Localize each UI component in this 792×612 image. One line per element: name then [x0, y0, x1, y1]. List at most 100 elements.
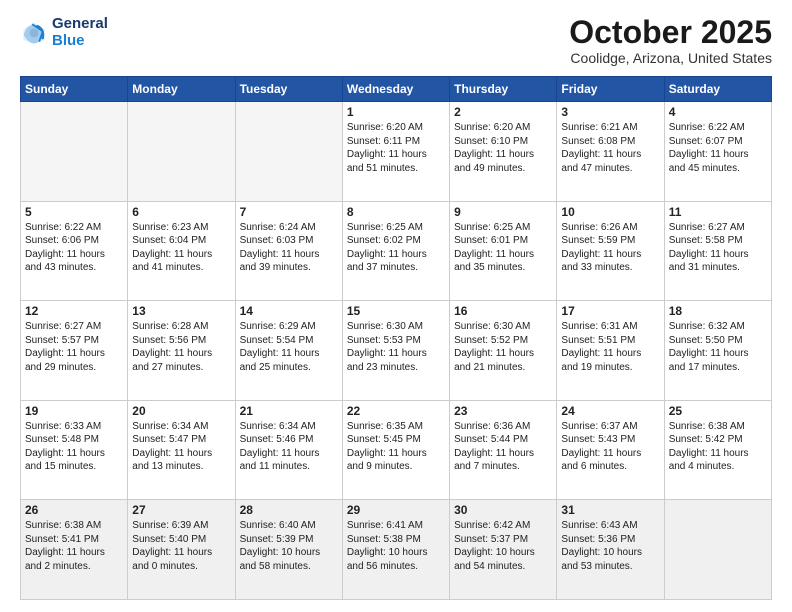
day-number: 26 [25, 503, 123, 517]
calendar-cell: 15Sunrise: 6:30 AM Sunset: 5:53 PM Dayli… [342, 301, 449, 401]
cell-content: Sunrise: 6:38 AM Sunset: 5:41 PM Dayligh… [25, 519, 123, 573]
cell-content: Sunrise: 6:24 AM Sunset: 6:03 PM Dayligh… [240, 221, 338, 275]
calendar-cell: 17 Sunrise: 6:31 AM Sunset: 5:51 PM Dayli… [557, 301, 664, 401]
cell-content: Sunrise: 6:20 AM Sunset: 6:11 PM Dayligh… [347, 121, 445, 175]
calendar-cell: 4 Sunrise: 6:22 AM Sunset: 6:07 PM Daylig… [664, 102, 771, 202]
calendar-cell: 9 Sunrise: 6:25 AM Sunset: 6:01 PM Daylig… [450, 201, 557, 301]
col-friday: Friday [557, 77, 664, 102]
calendar-cell: 26 Sunrise: 6:38 AM Sunset: 5:41 PM Dayli… [21, 500, 128, 600]
calendar-cell: 3 Sunrise: 6:21 AM Sunset: 6:08 PM Daylig… [557, 102, 664, 202]
day-number: 21 [240, 404, 338, 418]
cell-content: Sunrise: 6:22 AM Sunset: 6:06 PM Dayligh… [25, 221, 123, 275]
day-number: 25 [669, 404, 767, 418]
col-sunday: Sunday [21, 77, 128, 102]
calendar-cell: 8 Sunrise: 6:25 AM Sunset: 6:02 PM Daylig… [342, 201, 449, 301]
logo: General Blue [20, 16, 108, 49]
cell-content: Sunrise: 6:25 AM Sunset: 6:02 PM Dayligh… [347, 221, 445, 275]
calendar-cell: 11Sunrise: 6:27 AM Sunset: 5:58 PM Dayli… [664, 201, 771, 301]
day-number: 8 [347, 205, 445, 219]
day-number: 13 [132, 304, 230, 318]
day-number: 19 [25, 404, 123, 418]
calendar-cell: 28 Sunrise: 6:40 AM Sunset: 5:39 PM Dayli… [235, 500, 342, 600]
calendar-cell [235, 102, 342, 202]
cell-content: Sunrise: 6:30 AM Sunset: 5:53 PM Dayligh… [347, 320, 445, 374]
calendar-cell: 30Sunrise: 6:42 AM Sunset: 5:37 PM Dayli… [450, 500, 557, 600]
day-number: 22 [347, 404, 445, 418]
calendar-week-4: 26 Sunrise: 6:38 AM Sunset: 5:41 PM Dayli… [21, 500, 772, 600]
calendar-cell: 14Sunrise: 6:29 AM Sunset: 5:54 PM Dayli… [235, 301, 342, 401]
calendar-week-2: 12 Sunrise: 6:27 AM Sunset: 5:57 PM Dayli… [21, 301, 772, 401]
day-number: 5 [25, 205, 123, 219]
cell-content: Sunrise: 6:30 AM Sunset: 5:52 PM Dayligh… [454, 320, 552, 374]
day-number: 20 [132, 404, 230, 418]
calendar-cell [21, 102, 128, 202]
cell-content: Sunrise: 6:39 AM Sunset: 5:40 PM Dayligh… [132, 519, 230, 573]
day-number: 3 [561, 105, 659, 119]
calendar-cell: 18 Sunrise: 6:32 AM Sunset: 5:50 PM Dayli… [664, 301, 771, 401]
day-number: 7 [240, 205, 338, 219]
calendar-week-0: 1 Sunrise: 6:20 AM Sunset: 6:11 PM Daylig… [21, 102, 772, 202]
cell-content: Sunrise: 6:31 AM Sunset: 5:51 PM Dayligh… [561, 320, 659, 374]
day-number: 23 [454, 404, 552, 418]
day-number: 2 [454, 105, 552, 119]
calendar-cell [128, 102, 235, 202]
day-number: 24 [561, 404, 659, 418]
day-number: 4 [669, 105, 767, 119]
calendar-cell: 12 Sunrise: 6:27 AM Sunset: 5:57 PM Dayli… [21, 301, 128, 401]
day-number: 1 [347, 105, 445, 119]
cell-content: Sunrise: 6:32 AM Sunset: 5:50 PM Dayligh… [669, 320, 767, 374]
col-wednesday: Wednesday [342, 77, 449, 102]
cell-content: Sunrise: 6:25 AM Sunset: 6:01 PM Dayligh… [454, 221, 552, 275]
cell-content: Sunrise: 6:28 AM Sunset: 5:56 PM Dayligh… [132, 320, 230, 374]
logo-text: General Blue [52, 16, 108, 49]
calendar-cell: 21Sunrise: 6:34 AM Sunset: 5:46 PM Dayli… [235, 400, 342, 500]
cell-content: Sunrise: 6:26 AM Sunset: 5:59 PM Dayligh… [561, 221, 659, 275]
day-number: 18 [669, 304, 767, 318]
day-number: 17 [561, 304, 659, 318]
location: Coolidge, Arizona, United States [569, 50, 772, 66]
cell-content: Sunrise: 6:41 AM Sunset: 5:38 PM Dayligh… [347, 519, 445, 573]
cell-content: Sunrise: 6:38 AM Sunset: 5:42 PM Dayligh… [669, 420, 767, 474]
calendar-cell: 20Sunrise: 6:34 AM Sunset: 5:47 PM Dayli… [128, 400, 235, 500]
month-title: October 2025 [569, 16, 772, 48]
day-number: 27 [132, 503, 230, 517]
cell-content: Sunrise: 6:29 AM Sunset: 5:54 PM Dayligh… [240, 320, 338, 374]
calendar-cell: 10 Sunrise: 6:26 AM Sunset: 5:59 PM Dayli… [557, 201, 664, 301]
col-monday: Monday [128, 77, 235, 102]
calendar-cell [664, 500, 771, 600]
day-number: 31 [561, 503, 659, 517]
day-number: 10 [561, 205, 659, 219]
day-number: 12 [25, 304, 123, 318]
cell-content: Sunrise: 6:40 AM Sunset: 5:39 PM Dayligh… [240, 519, 338, 573]
day-number: 29 [347, 503, 445, 517]
cell-content: Sunrise: 6:33 AM Sunset: 5:48 PM Dayligh… [25, 420, 123, 474]
calendar-cell: 31Sunrise: 6:43 AM Sunset: 5:36 PM Dayli… [557, 500, 664, 600]
calendar-cell: 7 Sunrise: 6:24 AM Sunset: 6:03 PM Daylig… [235, 201, 342, 301]
cell-content: Sunrise: 6:27 AM Sunset: 5:57 PM Dayligh… [25, 320, 123, 374]
day-number: 9 [454, 205, 552, 219]
calendar-cell: 22Sunrise: 6:35 AM Sunset: 5:45 PM Dayli… [342, 400, 449, 500]
col-saturday: Saturday [664, 77, 771, 102]
header: General Blue October 2025 Coolidge, Ariz… [20, 16, 772, 66]
logo-icon [20, 19, 48, 47]
day-number: 6 [132, 205, 230, 219]
cell-content: Sunrise: 6:36 AM Sunset: 5:44 PM Dayligh… [454, 420, 552, 474]
day-number: 16 [454, 304, 552, 318]
calendar-cell: 29 Sunrise: 6:41 AM Sunset: 5:38 PM Dayli… [342, 500, 449, 600]
col-thursday: Thursday [450, 77, 557, 102]
calendar-cell: 19 Sunrise: 6:33 AM Sunset: 5:48 PM Dayli… [21, 400, 128, 500]
cell-content: Sunrise: 6:20 AM Sunset: 6:10 PM Dayligh… [454, 121, 552, 175]
calendar-table: Sunday Monday Tuesday Wednesday Thursday… [20, 76, 772, 600]
cell-content: Sunrise: 6:21 AM Sunset: 6:08 PM Dayligh… [561, 121, 659, 175]
calendar-cell: 24 Sunrise: 6:37 AM Sunset: 5:43 PM Dayli… [557, 400, 664, 500]
cell-content: Sunrise: 6:27 AM Sunset: 5:58 PM Dayligh… [669, 221, 767, 275]
cell-content: Sunrise: 6:22 AM Sunset: 6:07 PM Dayligh… [669, 121, 767, 175]
day-number: 28 [240, 503, 338, 517]
page: General Blue October 2025 Coolidge, Ariz… [0, 0, 792, 612]
calendar-cell: 27 Sunrise: 6:39 AM Sunset: 5:40 PM Dayli… [128, 500, 235, 600]
calendar-week-3: 19 Sunrise: 6:33 AM Sunset: 5:48 PM Dayli… [21, 400, 772, 500]
calendar-cell: 16 Sunrise: 6:30 AM Sunset: 5:52 PM Dayli… [450, 301, 557, 401]
header-right: October 2025 Coolidge, Arizona, United S… [569, 16, 772, 66]
cell-content: Sunrise: 6:37 AM Sunset: 5:43 PM Dayligh… [561, 420, 659, 474]
calendar-cell: 25 Sunrise: 6:38 AM Sunset: 5:42 PM Dayli… [664, 400, 771, 500]
